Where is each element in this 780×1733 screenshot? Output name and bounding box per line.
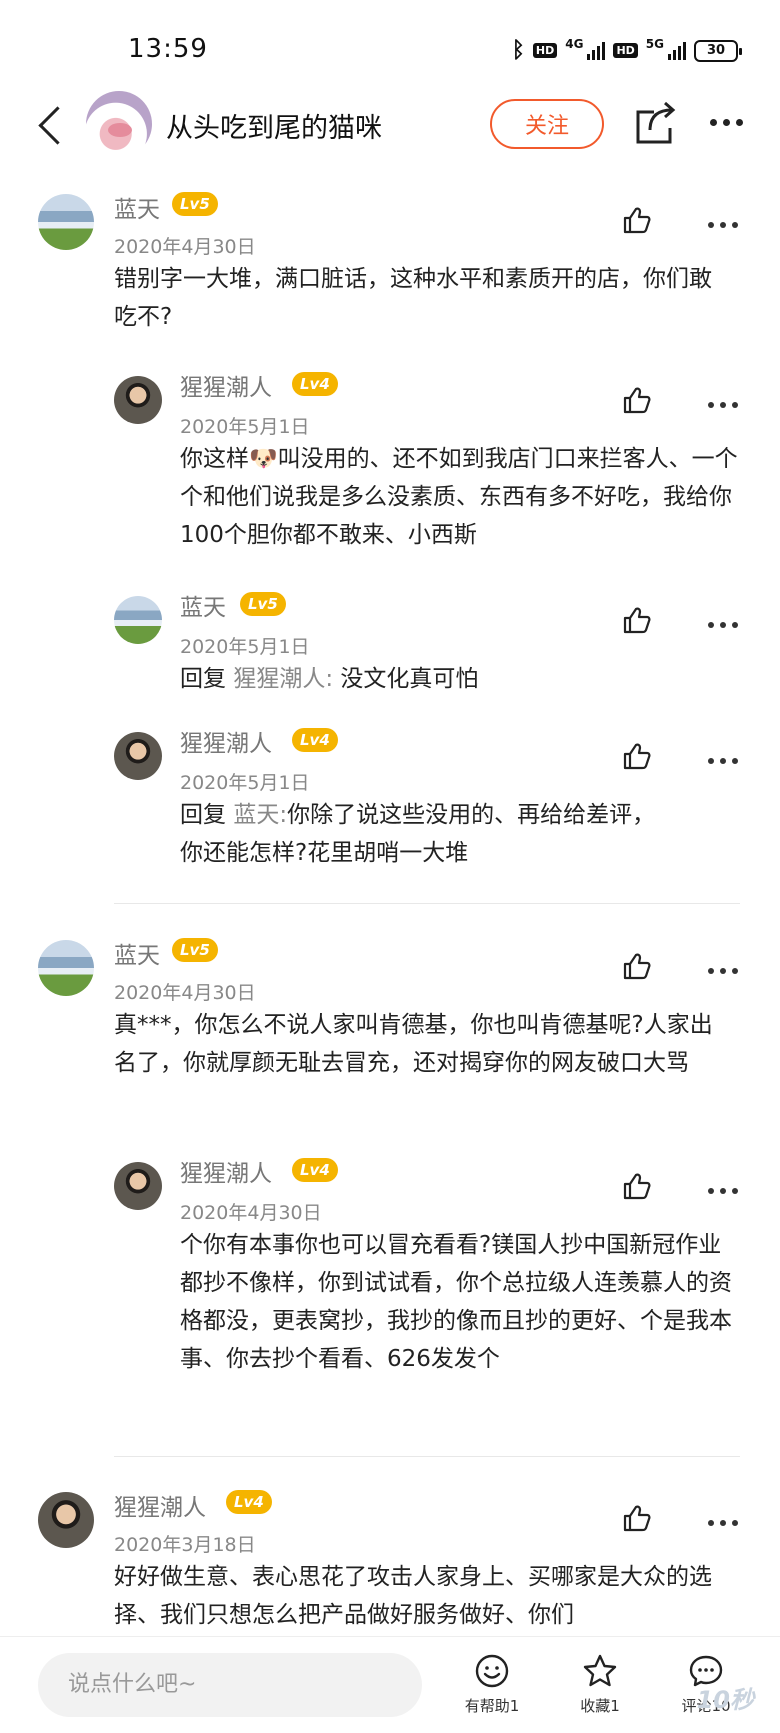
reply-target[interactable]: 蓝天: — [233, 802, 287, 828]
favorite-button[interactable]: 收藏1 — [552, 1653, 648, 1716]
follow-button[interactable]: 关注 — [490, 99, 604, 149]
more-icon[interactable] — [708, 1516, 738, 1530]
comment-text: 你这样🐶叫没用的、还不如到我店门口来拦客人、一个个和他们说我是多么没素质、东西有… — [180, 446, 738, 548]
thumbs-up-icon[interactable] — [622, 1172, 652, 1200]
avatar[interactable] — [114, 1162, 162, 1210]
comment-text: 错别字一大堆，满口脏话，这种水平和素质开的店，你们敢吃不? — [114, 266, 712, 330]
favorite-label: 收藏1 — [580, 1697, 620, 1715]
username[interactable]: 猩猩潮人 — [180, 1154, 272, 1188]
level-badge: Lv5 — [172, 192, 218, 216]
comment-text: 回复 猩猩潮人: 没文化真可怕 — [180, 660, 740, 698]
username[interactable]: 蓝天 — [114, 936, 160, 970]
reply-target[interactable]: 猩猩潮人: — [233, 666, 333, 692]
smiley-icon — [475, 1654, 509, 1688]
comment-date: 2020年5月1日 — [180, 636, 310, 658]
comment-text: 个你有本事你也可以冒充看看?镁国人抄中国新冠作业都抄不像样，你到试试看，你个总拉… — [180, 1232, 732, 1372]
level-badge: Lv4 — [292, 372, 338, 396]
more-icon[interactable] — [708, 398, 738, 412]
comment-date: 2020年4月30日 — [114, 982, 256, 1004]
level-badge: Lv4 — [292, 728, 338, 752]
thumbs-up-icon[interactable] — [622, 606, 652, 634]
reply-prefix: 回复 — [180, 802, 226, 828]
status-bar: 13:59 ᛒ HD 4G HD 5G 30 — [0, 0, 780, 96]
more-icon[interactable] — [708, 218, 738, 232]
avatar[interactable] — [114, 376, 162, 424]
username[interactable]: 猩猩潮人 — [180, 724, 272, 758]
star-icon — [583, 1654, 617, 1687]
avatar[interactable] — [38, 1492, 94, 1548]
network-label: 4G — [565, 36, 584, 51]
hd-badge: HD — [613, 43, 638, 58]
comment-date: 2020年5月1日 — [180, 772, 310, 794]
avatar[interactable] — [38, 940, 94, 996]
reply-prefix: 回复 — [180, 666, 226, 692]
username[interactable]: 猩猩潮人 — [114, 1488, 206, 1522]
username[interactable]: 蓝天 — [114, 190, 160, 224]
more-icon[interactable] — [710, 110, 750, 134]
level-badge: Lv5 — [172, 938, 218, 962]
comment-date: 2020年5月1日 — [180, 416, 310, 438]
avatar[interactable] — [86, 91, 152, 157]
username[interactable]: 猩猩潮人 — [180, 368, 272, 402]
comment: 蓝天 Lv5 2020年4月30日 错别字一大堆，满口脏话，这种水平和素质开的店… — [0, 188, 780, 330]
battery-icon: 30 — [694, 39, 742, 62]
comment-date: 2020年3月18日 — [114, 1534, 256, 1556]
thumbs-up-icon[interactable] — [622, 206, 652, 234]
thumbs-up-icon[interactable] — [622, 386, 652, 414]
watermark: 10秒 — [696, 1686, 754, 1714]
level-badge: Lv5 — [240, 592, 286, 616]
username[interactable]: 蓝天 — [180, 588, 226, 622]
avatar[interactable] — [114, 596, 162, 644]
more-icon[interactable] — [708, 964, 738, 978]
comment-date: 2020年4月30日 — [114, 236, 256, 258]
reply-text: 没文化真可怕 — [340, 666, 479, 692]
thumbs-up-icon[interactable] — [622, 742, 652, 770]
signal-icon — [668, 41, 686, 60]
comment-text: 回复 蓝天:你除了说这些没用的、再给给差评， 你还能怎样?花里胡哨一大堆 — [180, 796, 740, 872]
header: 从头吃到尾的猫咪 关注 — [0, 86, 780, 164]
reply-text: 你除了说这些没用的、再给给差评， — [287, 802, 656, 828]
bluetooth-icon: ᛒ — [511, 38, 525, 63]
level-badge: Lv4 — [292, 1158, 338, 1182]
comment-date: 2020年4月30日 — [180, 1202, 322, 1224]
share-icon[interactable] — [634, 100, 678, 146]
avatar[interactable] — [38, 194, 94, 250]
level-badge: Lv4 — [226, 1490, 272, 1514]
comment-text: 好好做生意、表心思花了攻击人家身上、买哪家是大众的选择、我们只想怎么把产品做好服… — [114, 1564, 712, 1628]
more-icon[interactable] — [708, 1184, 738, 1198]
avatar[interactable] — [114, 732, 162, 780]
more-icon[interactable] — [708, 754, 738, 768]
comment-input[interactable]: 说点什么吧~ — [38, 1653, 422, 1717]
bottom-bar: 说点什么吧~ 有帮助1 收藏1 评论10 10秒 — [0, 1636, 780, 1733]
helpful-button[interactable]: 有帮助1 — [444, 1653, 540, 1716]
signal-icon — [587, 41, 606, 60]
helpful-label: 有帮助1 — [464, 1697, 520, 1715]
divider — [114, 1456, 740, 1457]
status-time: 13:59 — [128, 34, 208, 64]
comment-text: 真***，你怎么不说人家叫肯德基，你也叫肯德基呢?人家出名了，你就厚颜无耻去冒充… — [114, 1012, 713, 1076]
reply-text: 你还能怎样?花里胡哨一大堆 — [180, 840, 469, 866]
page-title: 从头吃到尾的猫咪 — [166, 113, 382, 144]
thumbs-up-icon[interactable] — [622, 952, 652, 980]
thumbs-up-icon[interactable] — [622, 1504, 652, 1532]
divider — [114, 903, 740, 904]
network-label: 5G — [645, 36, 664, 51]
status-icons: ᛒ HD 4G HD 5G 30 — [511, 36, 742, 63]
chevron-left-icon[interactable] — [32, 104, 72, 148]
more-icon[interactable] — [708, 618, 738, 632]
hd-badge: HD — [532, 43, 558, 58]
